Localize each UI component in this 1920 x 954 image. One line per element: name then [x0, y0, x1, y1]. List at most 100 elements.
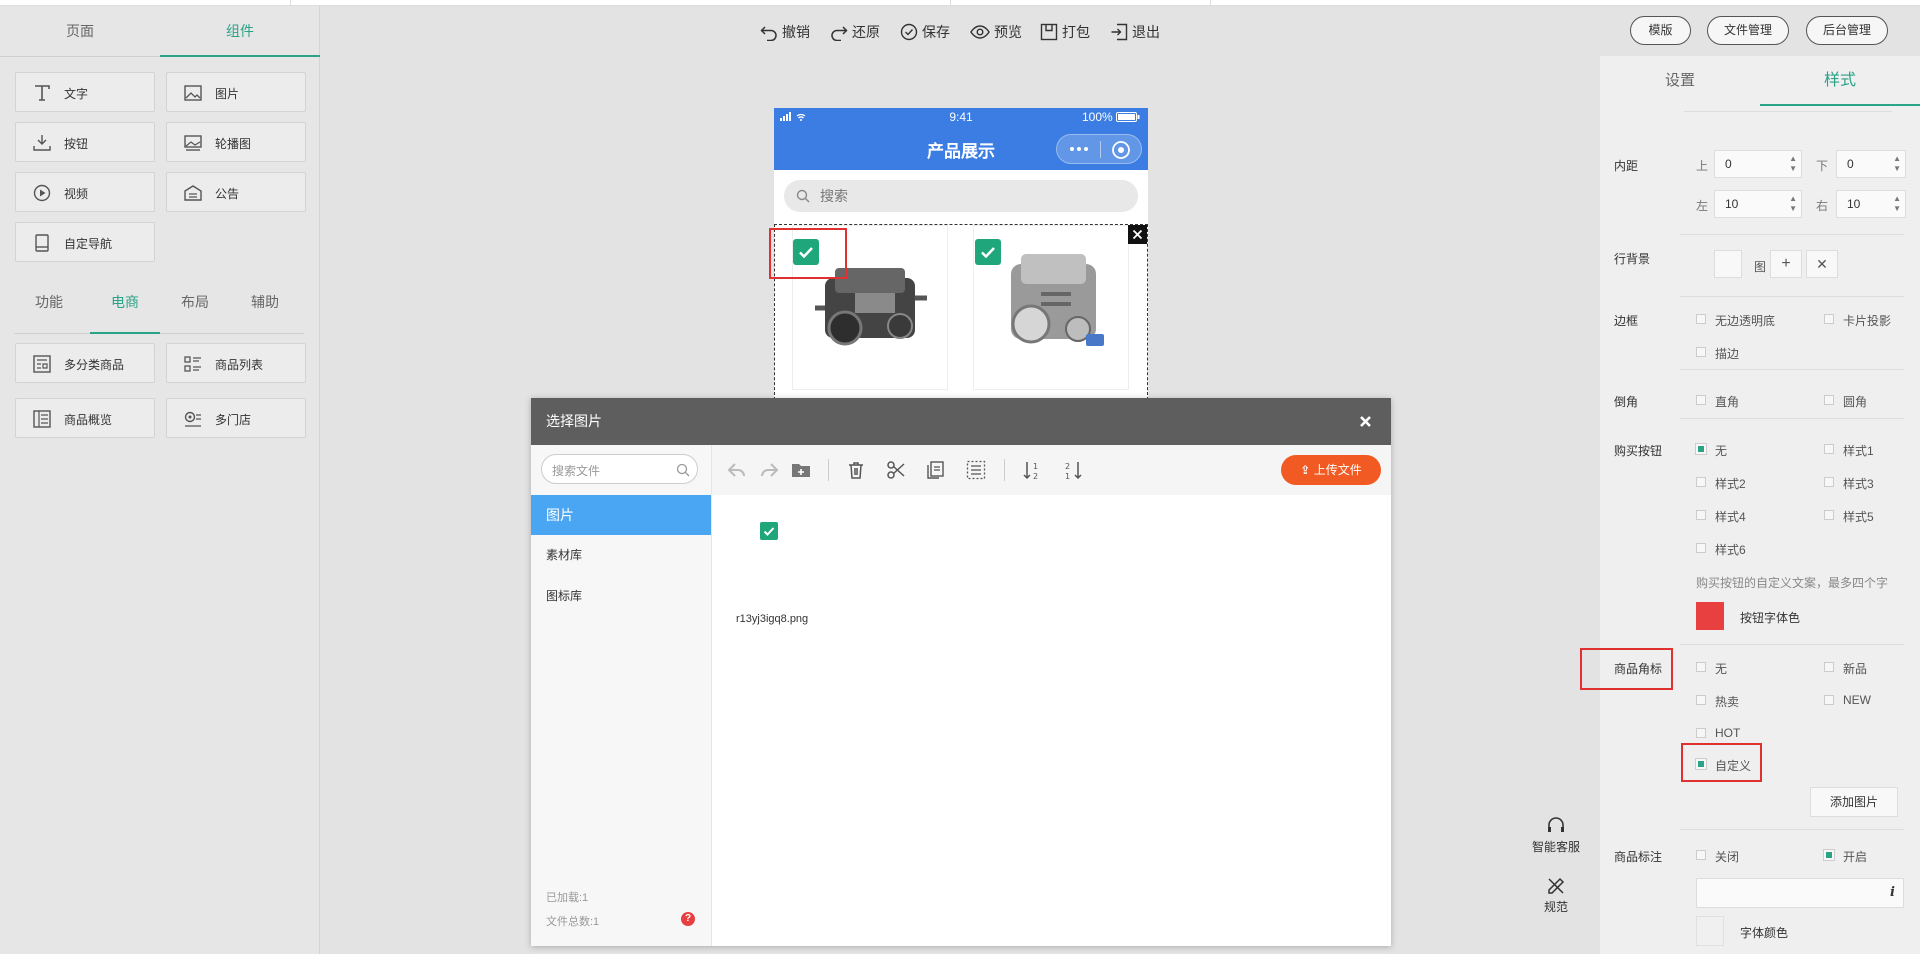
sort-descending-icon[interactable]: 21: [1062, 459, 1084, 481]
component-notice[interactable]: 公告: [166, 172, 306, 212]
checkbox[interactable]: [1696, 510, 1706, 520]
checkbox[interactable]: [1824, 695, 1834, 705]
add-icon[interactable]: +: [1770, 250, 1802, 278]
miniapp-capsule[interactable]: [1056, 134, 1142, 164]
nav-material-library[interactable]: 素材库: [531, 535, 711, 575]
checkbox[interactable]: [1824, 314, 1834, 324]
clear-icon[interactable]: ✕: [1806, 250, 1838, 278]
checkbox[interactable]: [1696, 850, 1706, 860]
undo-button[interactable]: 撤销: [760, 20, 810, 44]
corner-label: 倒角: [1614, 395, 1639, 409]
component-multi-category-goods[interactable]: 多分类商品: [15, 343, 155, 383]
padding-bottom-input[interactable]: 0 ▲ ▼: [1836, 150, 1906, 178]
close-target-icon[interactable]: [1111, 140, 1131, 160]
copy-icon[interactable]: [924, 459, 946, 481]
file-search-placeholder: 搜索文件: [552, 464, 601, 478]
tab-components[interactable]: 组件: [160, 6, 320, 57]
component-goods-list[interactable]: 商品列表: [166, 343, 306, 383]
phone-search-bar[interactable]: 搜索: [784, 180, 1138, 212]
checkbox[interactable]: [1824, 662, 1834, 672]
redo-button[interactable]: 还原: [830, 20, 880, 44]
selected-check-badge[interactable]: [975, 239, 1001, 265]
forward-arrow-icon[interactable]: [758, 459, 780, 481]
component-video[interactable]: 视频: [15, 172, 155, 212]
file-selected-check[interactable]: [760, 522, 778, 540]
stepper-arrows-icon[interactable]: ▲ ▼: [1789, 194, 1797, 214]
component-custom-nav[interactable]: 自定导航: [15, 222, 155, 262]
checkbox[interactable]: [1824, 477, 1834, 487]
checkbox[interactable]: [1824, 510, 1834, 520]
exit-button[interactable]: 退出: [1110, 20, 1160, 44]
row-bg-color-swatch[interactable]: [1714, 250, 1742, 278]
tab-function[interactable]: 功能: [14, 284, 84, 334]
file-item[interactable]: r13yj3igq8.png: [736, 507, 826, 627]
tab-assist[interactable]: 辅助: [230, 284, 300, 334]
mark-text-input[interactable]: i: [1696, 878, 1904, 908]
padding-left-input[interactable]: 10 ▲ ▼: [1714, 190, 1802, 218]
back-arrow-icon[interactable]: [726, 459, 748, 481]
remove-component-button[interactable]: [1128, 225, 1147, 244]
tab-style[interactable]: 样式: [1760, 56, 1920, 106]
tab-ecommerce[interactable]: 电商: [90, 284, 160, 334]
select-all-icon[interactable]: [965, 459, 987, 481]
tab-settings[interactable]: 设置: [1600, 56, 1760, 106]
preview-button[interactable]: 预览: [970, 20, 1022, 44]
checkbox[interactable]: [1696, 662, 1706, 672]
checkbox[interactable]: [1696, 695, 1706, 705]
component-goods-overview[interactable]: 商品概览: [15, 398, 155, 438]
mark-font-color-swatch[interactable]: [1696, 916, 1724, 946]
spec-button[interactable]: 规范: [1526, 876, 1586, 915]
option-label: 无边透明底: [1715, 314, 1776, 328]
save-label: 保存: [922, 24, 950, 40]
checkbox[interactable]: [1696, 728, 1706, 738]
tab-page[interactable]: 页面: [0, 6, 160, 57]
file-manage-button[interactable]: 文件管理: [1707, 16, 1789, 45]
file-search-input[interactable]: 搜索文件: [541, 454, 698, 484]
component-button[interactable]: 按钮: [15, 122, 155, 162]
padding-top-input[interactable]: 0 ▲ ▼: [1714, 150, 1802, 178]
help-icon[interactable]: ?: [681, 912, 695, 926]
component-image[interactable]: 图片: [166, 72, 306, 112]
stepper-arrows-icon[interactable]: ▲ ▼: [1893, 194, 1901, 214]
smart-service-button[interactable]: 智能客服: [1526, 816, 1586, 855]
component-text[interactable]: 文字: [15, 72, 155, 112]
checkbox[interactable]: [1824, 395, 1834, 405]
checkbox[interactable]: [1823, 849, 1835, 861]
padding-right-input[interactable]: 10 ▲ ▼: [1836, 190, 1906, 218]
svg-text:1: 1: [1033, 462, 1038, 471]
component-multi-store[interactable]: 多门店: [166, 398, 306, 438]
checkbox[interactable]: [1696, 347, 1706, 357]
stepper-arrows-icon[interactable]: ▲ ▼: [1893, 154, 1901, 174]
component-carousel[interactable]: 轮播图: [166, 122, 306, 162]
stepper-arrows-icon[interactable]: ▲ ▼: [1789, 154, 1797, 174]
backend-manage-button[interactable]: 后台管理: [1806, 16, 1888, 45]
upload-file-button[interactable]: ⇪ 上传文件: [1281, 455, 1381, 485]
nav-icon-library[interactable]: 图标库: [531, 576, 711, 616]
new-folder-icon[interactable]: [790, 459, 812, 481]
component-category-tabs: 功能 电商 布局 辅助: [14, 284, 304, 334]
sort-ascending-icon[interactable]: 12: [1022, 459, 1044, 481]
search-icon[interactable]: [676, 463, 690, 477]
delete-icon[interactable]: [845, 459, 867, 481]
cut-icon[interactable]: [885, 459, 907, 481]
checkbox[interactable]: [1696, 543, 1706, 553]
pack-button[interactable]: 打包: [1040, 20, 1090, 44]
checkbox[interactable]: [1696, 395, 1706, 405]
info-icon[interactable]: i: [1890, 885, 1895, 900]
save-button[interactable]: 保存: [900, 20, 950, 44]
close-icon[interactable]: [1359, 415, 1372, 428]
checkbox[interactable]: [1824, 444, 1834, 454]
buy-button-label: 购买按钮: [1614, 444, 1663, 458]
add-image-button[interactable]: 添加图片: [1810, 787, 1898, 817]
button-font-color-swatch[interactable]: [1696, 602, 1724, 630]
nav-images[interactable]: 图片: [531, 495, 711, 535]
tab-layout[interactable]: 布局: [160, 284, 230, 334]
toolbar-divider: [828, 459, 829, 481]
more-dots-icon[interactable]: [1069, 145, 1089, 153]
checkbox[interactable]: [1696, 477, 1706, 487]
checkbox[interactable]: [1696, 314, 1706, 324]
option-label: 热卖: [1715, 695, 1740, 709]
template-button[interactable]: 模版: [1630, 16, 1691, 45]
padding-right-label: 右: [1816, 199, 1829, 213]
checkbox[interactable]: [1695, 443, 1707, 455]
